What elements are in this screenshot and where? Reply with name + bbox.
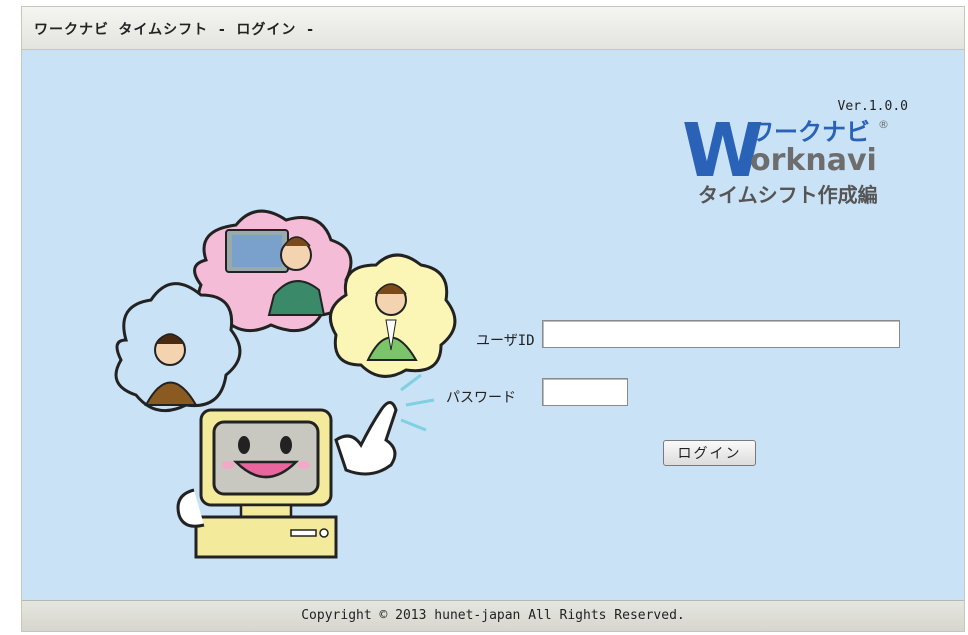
- logo-line2: orknavi: [750, 143, 877, 178]
- logo-line1: ワークナビ: [750, 118, 870, 146]
- mascot-illustration: [114, 209, 457, 559]
- window-title: ワークナビ タイムシフト - ログイン -: [34, 22, 316, 38]
- login-button[interactable]: ログイン: [663, 440, 756, 466]
- app-window: ワークナビ タイムシフト - ログイン - Ver.1.0.0 W ワークナビ …: [21, 6, 965, 632]
- copyright-text: Copyright © 2013 hunet-japan All Rights …: [301, 608, 685, 623]
- worknavi-logo: W ワークナビ ® orknavi タイムシフト作成編: [682, 112, 889, 207]
- logo-registered: ®: [878, 118, 889, 131]
- password-label: パスワード: [446, 390, 516, 406]
- title-bar: ワークナビ タイムシフト - ログイン -: [22, 7, 964, 50]
- footer-bar: Copyright © 2013 hunet-japan All Rights …: [22, 600, 964, 631]
- userid-label: ユーザID: [476, 333, 535, 349]
- userid-input[interactable]: [542, 320, 900, 348]
- login-panel: Ver.1.0.0 W ワークナビ ® orknavi タイムシフト作成編 ユー…: [22, 50, 964, 602]
- password-input[interactable]: [542, 378, 628, 406]
- logo-line3: タイムシフト作成編: [698, 183, 878, 207]
